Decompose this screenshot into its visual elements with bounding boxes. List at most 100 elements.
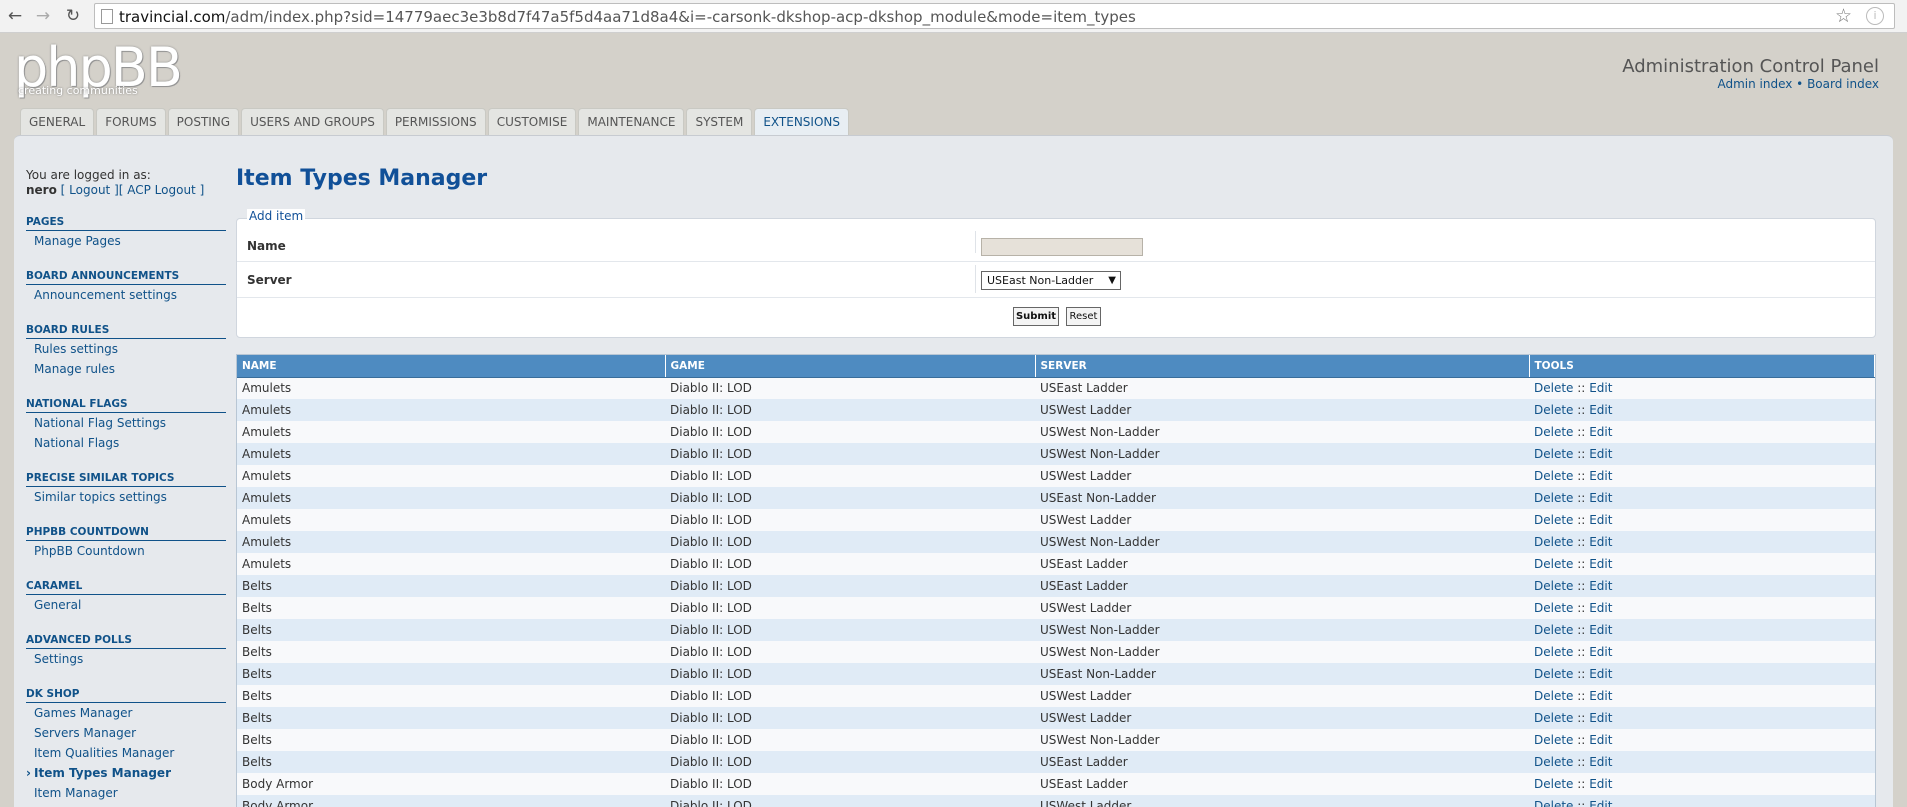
tab-permissions[interactable]: Permissions <box>385 108 486 135</box>
cell-game: Diablo II: LOD <box>665 553 1035 575</box>
menu-item-rules-settings[interactable]: Rules settings <box>26 339 226 359</box>
logout-link[interactable]: [ Logout ] <box>61 183 119 197</box>
delete-link[interactable]: Delete <box>1534 513 1573 527</box>
tab-posting[interactable]: Posting <box>167 108 240 135</box>
delete-link[interactable]: Delete <box>1534 535 1573 549</box>
menu-item-national-flag-settings[interactable]: National Flag Settings <box>26 413 226 433</box>
menu-item-phpbb-countdown[interactable]: PhpBB Countdown <box>26 541 226 561</box>
board-index-link[interactable]: Board index <box>1807 77 1879 91</box>
delete-link[interactable]: Delete <box>1534 645 1573 659</box>
delete-link[interactable]: Delete <box>1534 425 1573 439</box>
tab-extensions[interactable]: Extensions <box>754 108 849 137</box>
forward-icon[interactable]: → <box>32 5 54 27</box>
edit-link[interactable]: Edit <box>1589 469 1612 483</box>
cell-tools: Delete :: Edit <box>1529 553 1875 575</box>
name-input[interactable] <box>981 238 1143 256</box>
menu-item-national-flags[interactable]: National Flags <box>26 433 226 453</box>
menu-item-manage-rules[interactable]: Manage rules <box>26 359 226 379</box>
edit-link[interactable]: Edit <box>1589 513 1612 527</box>
tab-users-and-groups[interactable]: Users and Groups <box>241 108 384 135</box>
cell-name: Body Armor <box>237 773 665 795</box>
content-area: Item Types Manager <box>236 166 1876 191</box>
edit-link[interactable]: Edit <box>1589 755 1612 769</box>
reset-button[interactable]: Reset <box>1066 307 1101 326</box>
delete-link[interactable]: Delete <box>1534 711 1573 725</box>
tools-separator: :: <box>1577 689 1586 703</box>
tab-customise[interactable]: Customise <box>487 108 577 135</box>
edit-link[interactable]: Edit <box>1589 689 1612 703</box>
edit-link[interactable]: Edit <box>1589 799 1612 807</box>
menu-item-item-manager[interactable]: Item Manager <box>26 783 226 803</box>
page-title: Item Types Manager <box>236 166 488 191</box>
cell-name: Amulets <box>237 509 665 531</box>
admin-index-link[interactable]: Admin index <box>1717 77 1792 91</box>
delete-link[interactable]: Delete <box>1534 601 1573 615</box>
menu-item-similar-topics-settings[interactable]: Similar topics settings <box>26 487 226 507</box>
menu-item-servers-manager[interactable]: Servers Manager <box>26 723 226 743</box>
tab-system[interactable]: System <box>686 108 753 135</box>
address-bar[interactable]: travincial.com/adm/index.php?sid=14779ae… <box>94 3 1895 29</box>
cell-server: USWest Non-Ladder <box>1035 531 1529 553</box>
delete-link[interactable]: Delete <box>1534 469 1573 483</box>
tools-separator: :: <box>1577 601 1586 615</box>
edit-link[interactable]: Edit <box>1589 403 1612 417</box>
edit-link[interactable]: Edit <box>1589 381 1612 395</box>
menu-head: National Flags <box>26 398 226 413</box>
menu-item-announcement-settings[interactable]: Announcement settings <box>26 285 226 305</box>
delete-link[interactable]: Delete <box>1534 381 1573 395</box>
server-select[interactable]: USEast Non-Ladder ▼ <box>981 271 1121 290</box>
delete-link[interactable]: Delete <box>1534 667 1573 681</box>
edit-link[interactable]: Edit <box>1589 601 1612 615</box>
cell-name: Belts <box>237 597 665 619</box>
menu-item-general[interactable]: General <box>26 595 226 615</box>
extension-icon[interactable]: i <box>1866 7 1884 25</box>
submit-button[interactable]: Submit <box>1013 307 1059 326</box>
reload-icon[interactable]: ↻ <box>62 5 84 27</box>
edit-link[interactable]: Edit <box>1589 777 1612 791</box>
delete-link[interactable]: Delete <box>1534 447 1573 461</box>
edit-link[interactable]: Edit <box>1589 733 1612 747</box>
delete-link[interactable]: Delete <box>1534 491 1573 505</box>
edit-link[interactable]: Edit <box>1589 645 1612 659</box>
form-legend: Add item <box>247 209 306 223</box>
edit-link[interactable]: Edit <box>1589 579 1612 593</box>
delete-link[interactable]: Delete <box>1534 689 1573 703</box>
delete-link[interactable]: Delete <box>1534 733 1573 747</box>
delete-link[interactable]: Delete <box>1534 557 1573 571</box>
delete-link[interactable]: Delete <box>1534 755 1573 769</box>
delete-link[interactable]: Delete <box>1534 623 1573 637</box>
edit-link[interactable]: Edit <box>1589 447 1612 461</box>
delete-link[interactable]: Delete <box>1534 579 1573 593</box>
delete-link[interactable]: Delete <box>1534 799 1573 807</box>
add-item-form: Add item Name Server USEast Non-Ladder ▼… <box>236 209 1876 338</box>
delete-link[interactable]: Delete <box>1534 403 1573 417</box>
phpbb-logo[interactable]: phpBB creating communities <box>14 36 183 102</box>
edit-link[interactable]: Edit <box>1589 425 1612 439</box>
edit-link[interactable]: Edit <box>1589 535 1612 549</box>
tab-maintenance[interactable]: Maintenance <box>578 108 685 135</box>
menu-section-national-flags: National Flags National Flag Settings Na… <box>26 398 226 453</box>
back-icon[interactable]: ← <box>4 5 26 27</box>
tools-separator: :: <box>1577 733 1586 747</box>
edit-link[interactable]: Edit <box>1589 491 1612 505</box>
menu-section-advanced-polls: Advanced Polls Settings <box>26 634 226 669</box>
menu-item-manage-pages[interactable]: Manage Pages <box>26 231 226 251</box>
menu-item-item-qualities-manager[interactable]: Item Qualities Manager <box>26 743 226 763</box>
cell-game: Diablo II: LOD <box>665 707 1035 729</box>
menu-item-settings[interactable]: Settings <box>26 649 226 669</box>
menu-head: Board Rules <box>26 324 226 339</box>
edit-link[interactable]: Edit <box>1589 667 1612 681</box>
menu-item-games-manager[interactable]: Games Manager <box>26 703 226 723</box>
cell-server: USEast Ladder <box>1035 773 1529 795</box>
bookmark-star-icon[interactable]: ☆ <box>1835 5 1852 27</box>
menu-section-precise-similar-topics: Precise Similar Topics Similar topics se… <box>26 472 226 507</box>
menu-item-item-types-manager[interactable]: Item Types Manager <box>26 763 226 783</box>
edit-link[interactable]: Edit <box>1589 711 1612 725</box>
acp-logout-link[interactable]: [ ACP Logout ] <box>119 183 205 197</box>
edit-link[interactable]: Edit <box>1589 623 1612 637</box>
tab-forums[interactable]: Forums <box>96 108 166 135</box>
cell-server: USEast Ladder <box>1035 377 1529 399</box>
delete-link[interactable]: Delete <box>1534 777 1573 791</box>
edit-link[interactable]: Edit <box>1589 557 1612 571</box>
tab-general[interactable]: General <box>20 108 95 135</box>
